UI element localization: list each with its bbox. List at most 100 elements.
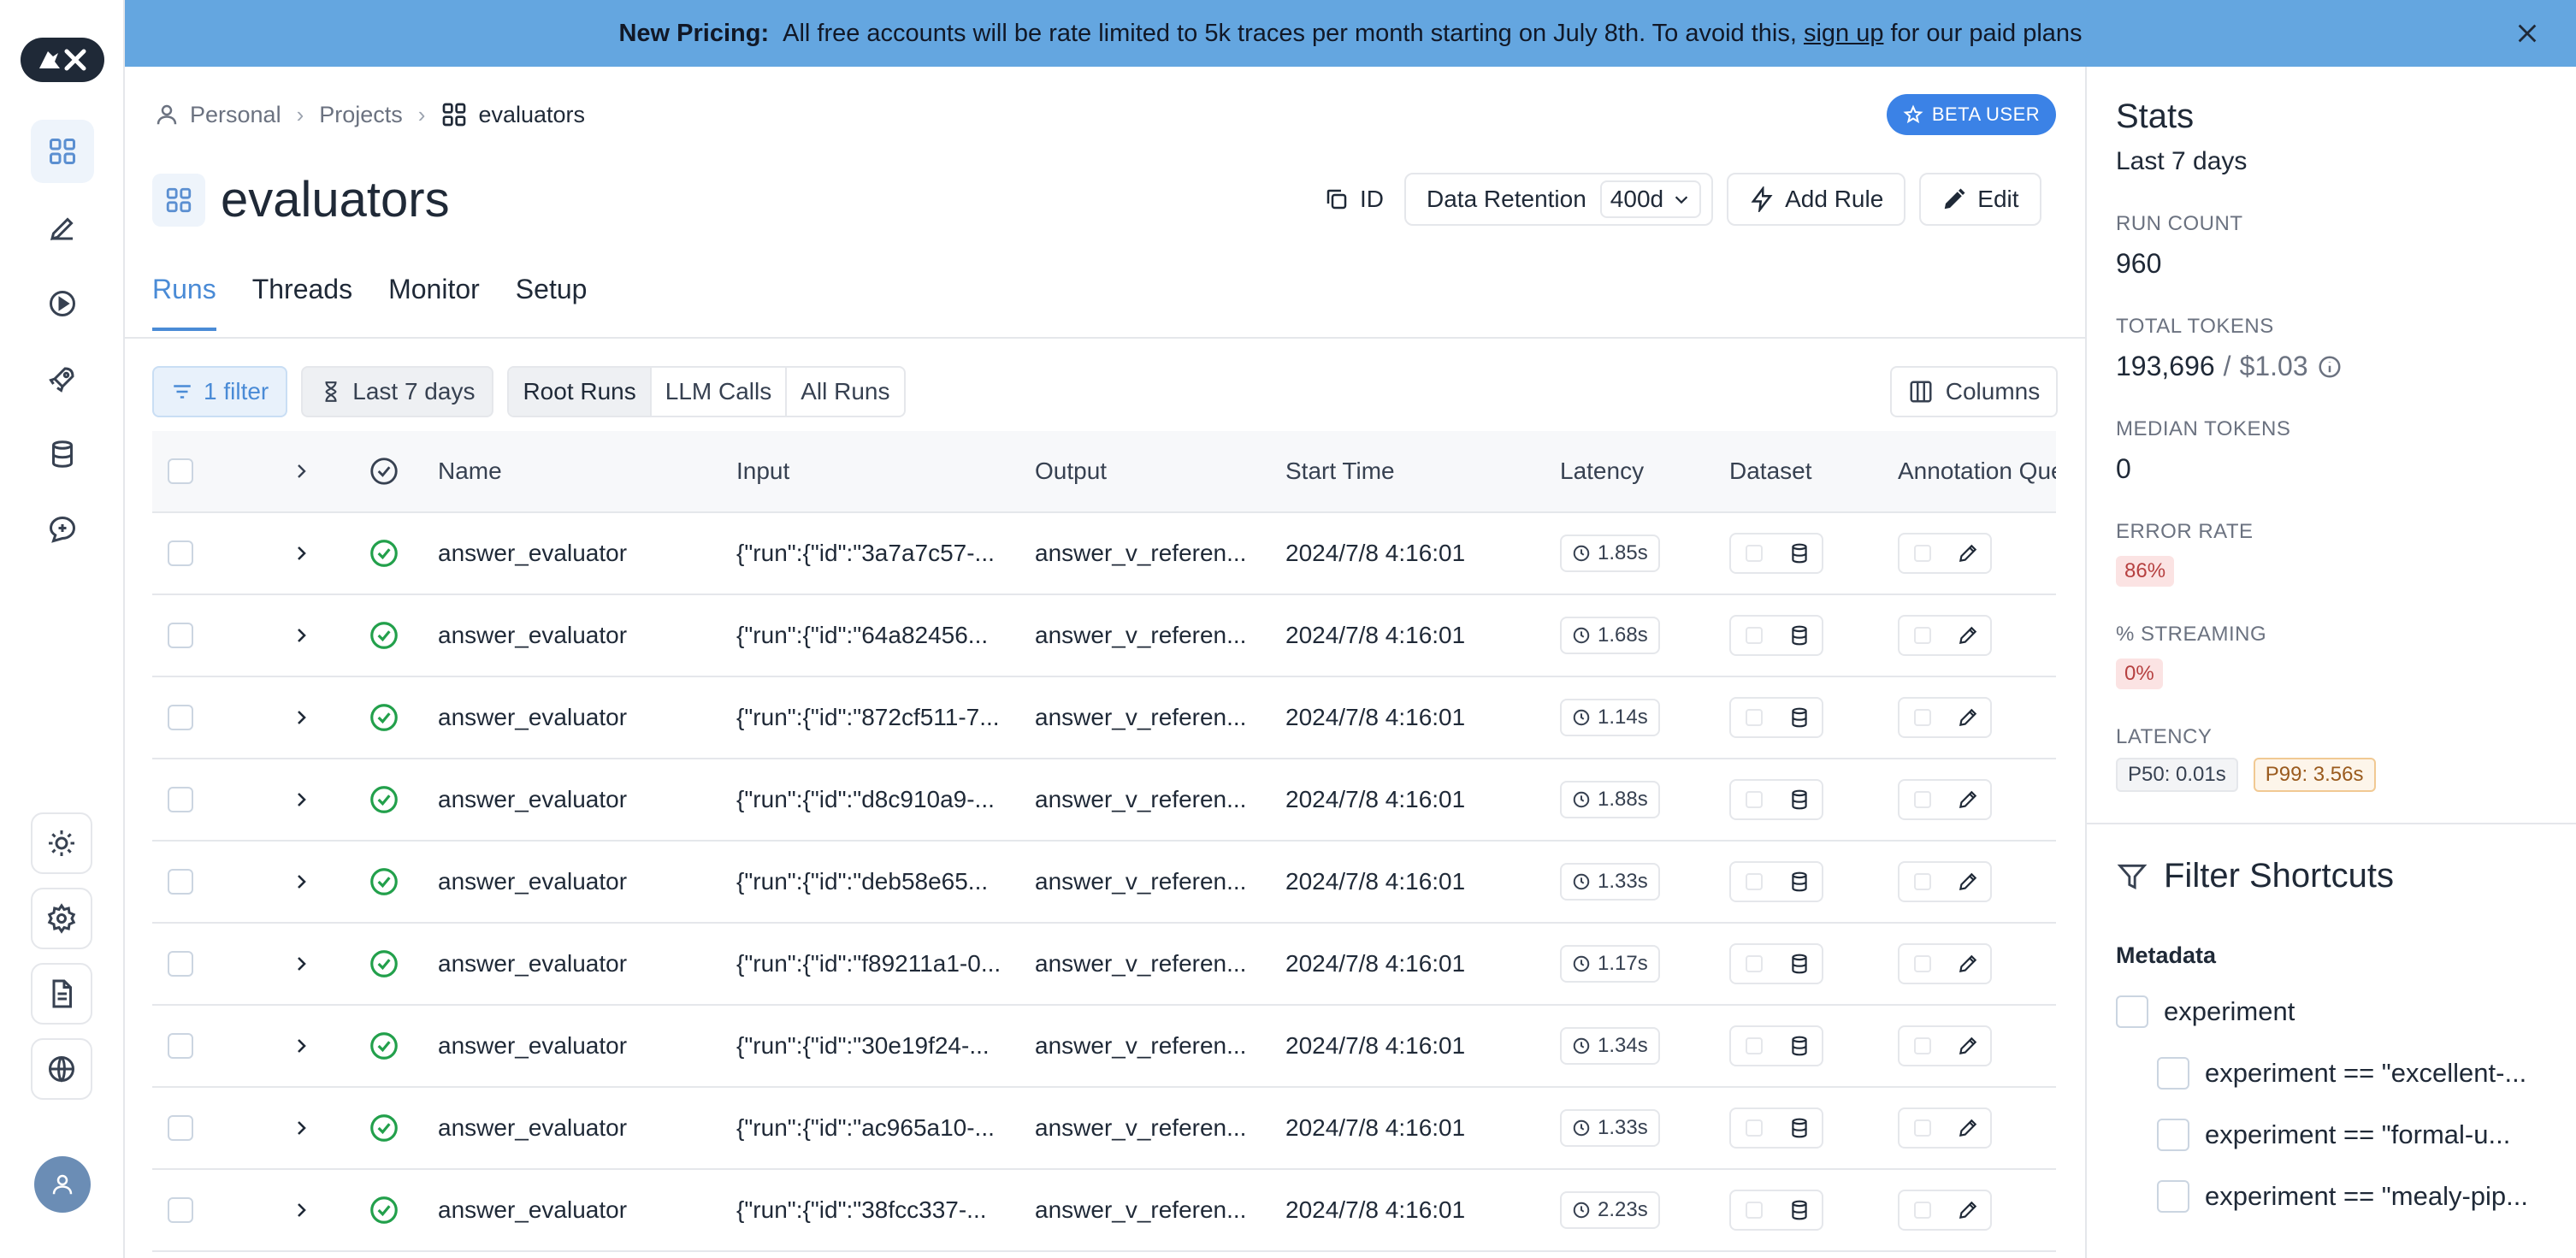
- row-checkbox[interactable]: [168, 623, 193, 648]
- select-all-checkbox[interactable]: [168, 458, 193, 484]
- dataset-select[interactable]: [1731, 863, 1776, 901]
- shortcut-experiment-checkbox[interactable]: [2116, 995, 2148, 1028]
- table-row[interactable]: answer_evaluator {"run":{"id":"f89211a1-…: [152, 924, 2056, 1006]
- docs-button[interactable]: [31, 963, 92, 1025]
- add-rule-button[interactable]: Add Rule: [1727, 173, 1906, 226]
- annotate-button[interactable]: [1945, 1109, 1990, 1147]
- dataset-select[interactable]: [1731, 945, 1776, 983]
- add-to-dataset-button[interactable]: [1776, 1191, 1822, 1229]
- chevron-right-icon[interactable]: [291, 871, 311, 892]
- nav-deployments[interactable]: [31, 347, 94, 410]
- tab-runs[interactable]: Runs: [152, 274, 216, 331]
- row-checkbox[interactable]: [168, 951, 193, 977]
- language-button[interactable]: [31, 1038, 92, 1100]
- data-retention-select[interactable]: 400d: [1599, 180, 1702, 218]
- shortcut-experiment-option[interactable]: experiment == "excellent-...: [2157, 1057, 2526, 1090]
- add-to-dataset-button[interactable]: [1776, 863, 1822, 901]
- theme-toggle[interactable]: [31, 812, 92, 874]
- annotate-button[interactable]: [1945, 535, 1990, 572]
- user-avatar[interactable]: [34, 1156, 91, 1213]
- shortcut-experiment[interactable]: experiment: [2116, 995, 2295, 1028]
- shortcut-experiment-option[interactable]: experiment == "formal-u...: [2157, 1119, 2510, 1151]
- tab-monitor[interactable]: Monitor: [388, 274, 480, 331]
- add-to-dataset-button[interactable]: [1776, 617, 1822, 654]
- segment-llm-calls[interactable]: LLM Calls: [652, 368, 788, 416]
- segment-root-runs[interactable]: Root Runs: [509, 368, 652, 416]
- dataset-select[interactable]: [1731, 617, 1776, 654]
- header-dataset[interactable]: Dataset: [1729, 458, 1898, 485]
- settings-button[interactable]: [31, 888, 92, 949]
- header-output[interactable]: Output: [1035, 458, 1285, 485]
- add-to-dataset-button[interactable]: [1776, 535, 1822, 572]
- annotate-button[interactable]: [1945, 1027, 1990, 1065]
- dataset-select[interactable]: [1731, 1109, 1776, 1147]
- langsmith-logo[interactable]: [21, 38, 104, 82]
- edit-button[interactable]: Edit: [1919, 173, 2041, 226]
- chevron-right-icon[interactable]: [291, 625, 311, 646]
- annotate-button[interactable]: [1945, 781, 1990, 818]
- table-row[interactable]: answer_evaluator {"run":{"id":"872cf511-…: [152, 677, 2056, 759]
- annotation-select[interactable]: [1900, 1191, 1945, 1229]
- chevron-right-icon[interactable]: [291, 1118, 311, 1138]
- table-row[interactable]: answer_evaluator {"run":{"id":"d8c910a9-…: [152, 759, 2056, 842]
- annotate-button[interactable]: [1945, 617, 1990, 654]
- row-checkbox[interactable]: [168, 1197, 193, 1223]
- table-row[interactable]: answer_evaluator {"run":{"id":"38fcc337-…: [152, 1170, 2056, 1252]
- row-checkbox[interactable]: [168, 705, 193, 730]
- chevron-right-icon[interactable]: [291, 707, 311, 728]
- table-row[interactable]: answer_evaluator {"run":{"id":"30e19f24-…: [152, 1006, 2056, 1088]
- annotation-select[interactable]: [1900, 863, 1945, 901]
- row-checkbox[interactable]: [168, 540, 193, 566]
- nav-playground[interactable]: [31, 272, 94, 335]
- nav-datasets[interactable]: [31, 422, 94, 486]
- annotate-button[interactable]: [1945, 1191, 1990, 1229]
- table-row[interactable]: answer_evaluator {"run":{"id":"64a82456.…: [152, 595, 2056, 677]
- add-to-dataset-button[interactable]: [1776, 699, 1822, 736]
- row-checkbox[interactable]: [168, 787, 193, 812]
- dataset-select[interactable]: [1731, 1191, 1776, 1229]
- chevron-right-icon[interactable]: [291, 1036, 311, 1056]
- dataset-select[interactable]: [1731, 699, 1776, 736]
- shortcut-option-checkbox[interactable]: [2157, 1180, 2189, 1213]
- dataset-select[interactable]: [1731, 781, 1776, 818]
- annotation-select[interactable]: [1900, 1027, 1945, 1065]
- breadcrumb-projects[interactable]: Projects: [319, 102, 403, 128]
- dataset-select[interactable]: [1731, 1027, 1776, 1065]
- time-range-button[interactable]: Last 7 days: [301, 366, 494, 417]
- annotate-button[interactable]: [1945, 863, 1990, 901]
- annotate-button[interactable]: [1945, 699, 1990, 736]
- header-latency[interactable]: Latency: [1560, 458, 1729, 485]
- columns-button[interactable]: Columns: [1890, 366, 2058, 417]
- row-checkbox[interactable]: [168, 1033, 193, 1059]
- add-to-dataset-button[interactable]: [1776, 1027, 1822, 1065]
- shortcut-experiment-option[interactable]: experiment == "mealy-pip...: [2157, 1180, 2528, 1213]
- shortcut-option-checkbox[interactable]: [2157, 1057, 2189, 1090]
- annotation-select[interactable]: [1900, 781, 1945, 818]
- add-to-dataset-button[interactable]: [1776, 945, 1822, 983]
- header-input[interactable]: Input: [736, 458, 1035, 485]
- header-name[interactable]: Name: [438, 458, 736, 485]
- annotation-select[interactable]: [1900, 617, 1945, 654]
- chevron-right-icon[interactable]: [291, 461, 311, 481]
- shortcut-option-checkbox[interactable]: [2157, 1119, 2189, 1151]
- chevron-right-icon[interactable]: [291, 789, 311, 810]
- banner-signup-link[interactable]: sign up: [1804, 20, 1884, 48]
- header-annotation-queue[interactable]: Annotation Queue: [1898, 458, 2056, 485]
- table-row[interactable]: answer_evaluator {"run":{"id":"3a7a7c57-…: [152, 513, 2056, 595]
- chevron-right-icon[interactable]: [291, 1200, 311, 1220]
- dataset-select[interactable]: [1731, 535, 1776, 572]
- nav-prompts[interactable]: [31, 498, 94, 561]
- add-to-dataset-button[interactable]: [1776, 781, 1822, 818]
- add-to-dataset-button[interactable]: [1776, 1109, 1822, 1147]
- copy-id-button[interactable]: ID: [1317, 186, 1391, 213]
- row-checkbox[interactable]: [168, 869, 193, 895]
- header-start-time[interactable]: Start Time: [1285, 458, 1560, 485]
- row-checkbox[interactable]: [168, 1115, 193, 1141]
- filter-button[interactable]: 1 filter: [152, 366, 288, 417]
- beta-user-badge[interactable]: BETA USER: [1887, 94, 2056, 135]
- annotation-select[interactable]: [1900, 699, 1945, 736]
- nav-annotation[interactable]: [31, 197, 94, 260]
- chevron-right-icon[interactable]: [291, 954, 311, 974]
- table-row[interactable]: answer_evaluator {"run":{"id":"deb58e65.…: [152, 842, 2056, 924]
- annotation-select[interactable]: [1900, 535, 1945, 572]
